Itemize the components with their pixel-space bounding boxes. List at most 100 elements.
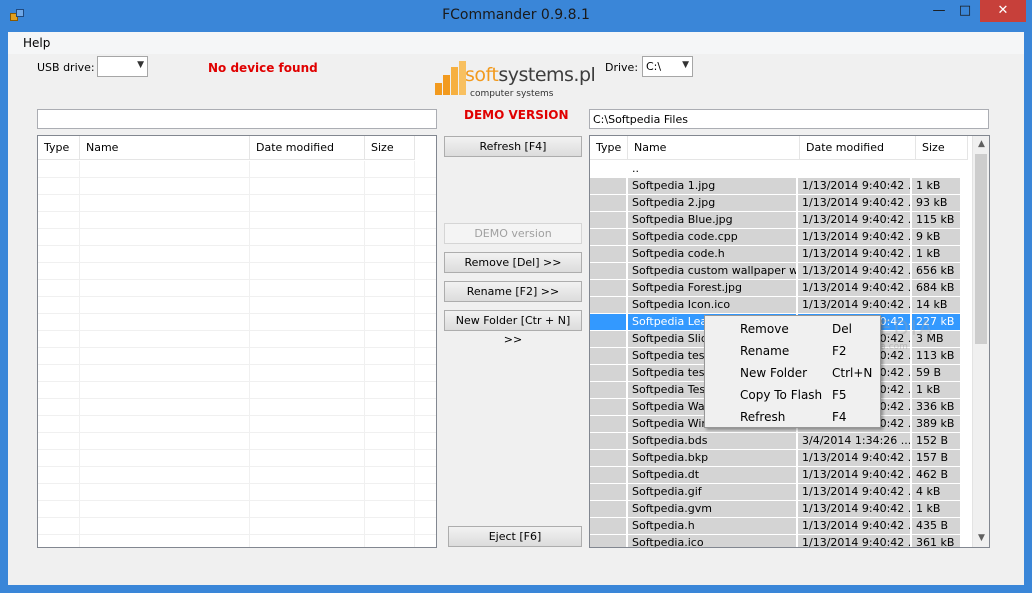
context-menu-item-refresh[interactable]: Refresh F4: [707, 406, 878, 428]
eject-button[interactable]: Eject [F6]: [448, 526, 582, 547]
refresh-button[interactable]: Refresh [F4]: [444, 136, 582, 157]
context-menu-item-new-folder[interactable]: New Folder Ctrl+N: [707, 362, 878, 384]
col-date-modified[interactable]: Date modified: [250, 136, 365, 160]
file-name-cell: Softpedia.gvm: [626, 501, 796, 517]
usb-status-text: No device found: [208, 61, 318, 75]
file-row[interactable]: Softpedia 2.jpg 1/13/2014 9:40:42 ... 93 k…: [590, 195, 960, 212]
file-size-cell: 361 kB: [910, 535, 960, 547]
file-type-cell: [590, 467, 626, 483]
scroll-thumb[interactable]: [975, 154, 987, 344]
file-size-cell: 157 B: [910, 450, 960, 466]
file-row[interactable]: Softpedia code.cpp 1/13/2014 9:40:42 ... 9…: [590, 229, 960, 246]
file-name-cell: Softpedia.ico: [626, 535, 796, 547]
file-row[interactable]: Softpedia.gvm 1/13/2014 9:40:42 ... 1 kB: [590, 501, 960, 518]
file-type-cell: [590, 263, 626, 279]
context-menu-shortcut: F2: [832, 344, 847, 358]
maximize-button[interactable]: □: [952, 0, 978, 22]
file-row[interactable]: Softpedia code.h 1/13/2014 9:40:42 ... 1 k…: [590, 246, 960, 263]
file-size-cell: 435 B: [910, 518, 960, 534]
file-row[interactable]: Softpedia 1.jpg 1/13/2014 9:40:42 ... 1 kB: [590, 178, 960, 195]
file-name-cell: Softpedia Forest.jpg: [626, 280, 796, 296]
file-row[interactable]: Softpedia.h 1/13/2014 9:40:42 ... 435 B: [590, 518, 960, 535]
new-folder-button[interactable]: New Folder [Ctr + N] >>: [444, 310, 582, 346]
usb-list-grid: [38, 161, 436, 547]
empty-grid-row: [38, 178, 436, 195]
minimize-button[interactable]: —: [926, 0, 952, 22]
file-type-cell: [590, 229, 626, 245]
logo-subtitle: computer systems: [470, 89, 554, 99]
col-type[interactable]: Type: [38, 136, 80, 160]
context-menu-label: Refresh: [740, 410, 786, 424]
file-size-cell: 462 B: [910, 467, 960, 483]
file-date-cell: 1/13/2014 9:40:42 ...: [796, 212, 910, 228]
file-size-cell: 14 kB: [910, 297, 960, 313]
title-bar[interactable]: FCommander 0.9.8.1 — □ ✕: [0, 0, 1032, 32]
file-type-cell: [590, 161, 626, 177]
file-type-cell: [590, 450, 626, 466]
file-type-cell: [590, 518, 626, 534]
file-name-cell: Softpedia Icon.ico: [626, 297, 796, 313]
col-name[interactable]: Name: [628, 136, 800, 160]
rename-button[interactable]: Rename [F2] >>: [444, 281, 582, 302]
file-type-cell: [590, 416, 626, 432]
file-date-cell: 1/13/2014 9:40:42 ...: [796, 297, 910, 313]
file-size-cell: 113 kB: [910, 348, 960, 364]
empty-grid-row: [38, 450, 436, 467]
empty-grid-row: [38, 314, 436, 331]
vertical-scrollbar[interactable]: ▲ ▼: [972, 136, 989, 547]
context-menu-item-remove[interactable]: Remove Del: [707, 318, 878, 340]
usb-drive-select[interactable]: ▼: [97, 56, 148, 77]
file-row[interactable]: Softpedia.ico 1/13/2014 9:40:42 ... 361 kB: [590, 535, 960, 547]
empty-grid-row: [38, 246, 436, 263]
file-size-cell: [910, 161, 960, 177]
file-name-cell: Softpedia.bkp: [626, 450, 796, 466]
file-size-cell: 656 kB: [910, 263, 960, 279]
file-row[interactable]: Softpedia Blue.jpg 1/13/2014 9:40:42 ... 1…: [590, 212, 960, 229]
scroll-up-icon[interactable]: ▲: [973, 136, 989, 153]
empty-grid-row: [38, 484, 436, 501]
col-size[interactable]: Size: [916, 136, 968, 160]
empty-grid-row: [38, 348, 436, 365]
file-row[interactable]: Softpedia.dt 1/13/2014 9:40:42 ... 462 B: [590, 467, 960, 484]
file-name-cell: Softpedia 2.jpg: [626, 195, 796, 211]
file-date-cell: 3/4/2014 1:34:26 ...: [796, 433, 910, 449]
empty-grid-row: [38, 399, 436, 416]
context-menu-item-rename[interactable]: Rename F2: [707, 340, 878, 362]
file-name-cell: Softpedia.gif: [626, 484, 796, 500]
drive-value: C:\: [646, 60, 662, 73]
usb-file-list[interactable]: Type Name Date modified Size: [37, 135, 437, 548]
menu-help[interactable]: Help: [23, 36, 50, 50]
context-menu-label: Copy To Flash: [740, 388, 823, 402]
file-row[interactable]: Softpedia Icon.ico 1/13/2014 9:40:42 ... 1…: [590, 297, 960, 314]
file-row[interactable]: Softpedia.bkp 1/13/2014 9:40:42 ... 157 B: [590, 450, 960, 467]
col-name[interactable]: Name: [80, 136, 250, 160]
empty-grid-row: [38, 518, 436, 535]
close-button[interactable]: ✕: [980, 0, 1026, 22]
col-type[interactable]: Type: [590, 136, 628, 160]
left-path-input[interactable]: [37, 109, 437, 129]
context-menu-shortcut: Del: [832, 322, 852, 336]
file-row[interactable]: Softpedia Forest.jpg 1/13/2014 9:40:42 ..…: [590, 280, 960, 297]
context-menu-item-copy-to-flash[interactable]: Copy To Flash F5: [707, 384, 878, 406]
file-row[interactable]: Softpedia.bds 3/4/2014 1:34:26 ... 152 B: [590, 433, 960, 450]
demo-version-button[interactable]: DEMO version: [444, 223, 582, 244]
file-type-cell: [590, 382, 626, 398]
file-row[interactable]: Softpedia.gif 1/13/2014 9:40:42 ... 4 kB: [590, 484, 960, 501]
remove-button[interactable]: Remove [Del] >>: [444, 252, 582, 273]
file-name-cell: Softpedia.dt: [626, 467, 796, 483]
file-date-cell: 1/13/2014 9:40:42 ...: [796, 229, 910, 245]
parent-dir-row[interactable]: ..: [590, 161, 960, 178]
context-menu-shortcut: F4: [832, 410, 847, 424]
drive-select[interactable]: C:\ ▼: [642, 56, 693, 77]
col-size[interactable]: Size: [365, 136, 415, 160]
scroll-down-icon[interactable]: ▼: [973, 530, 989, 547]
file-row[interactable]: Softpedia custom wallpaper wid...1/13/20…: [590, 263, 960, 280]
file-size-cell: 1 kB: [910, 501, 960, 517]
logo-mark-icon: [433, 61, 469, 97]
pc-list-header: Type Name Date modified Size: [590, 136, 968, 160]
usb-list-header: Type Name Date modified Size: [38, 136, 415, 160]
file-type-cell: [590, 348, 626, 364]
right-path-input[interactable]: C:\Softpedia Files: [589, 109, 989, 129]
col-date-modified[interactable]: Date modified: [800, 136, 916, 160]
empty-grid-row: [38, 433, 436, 450]
